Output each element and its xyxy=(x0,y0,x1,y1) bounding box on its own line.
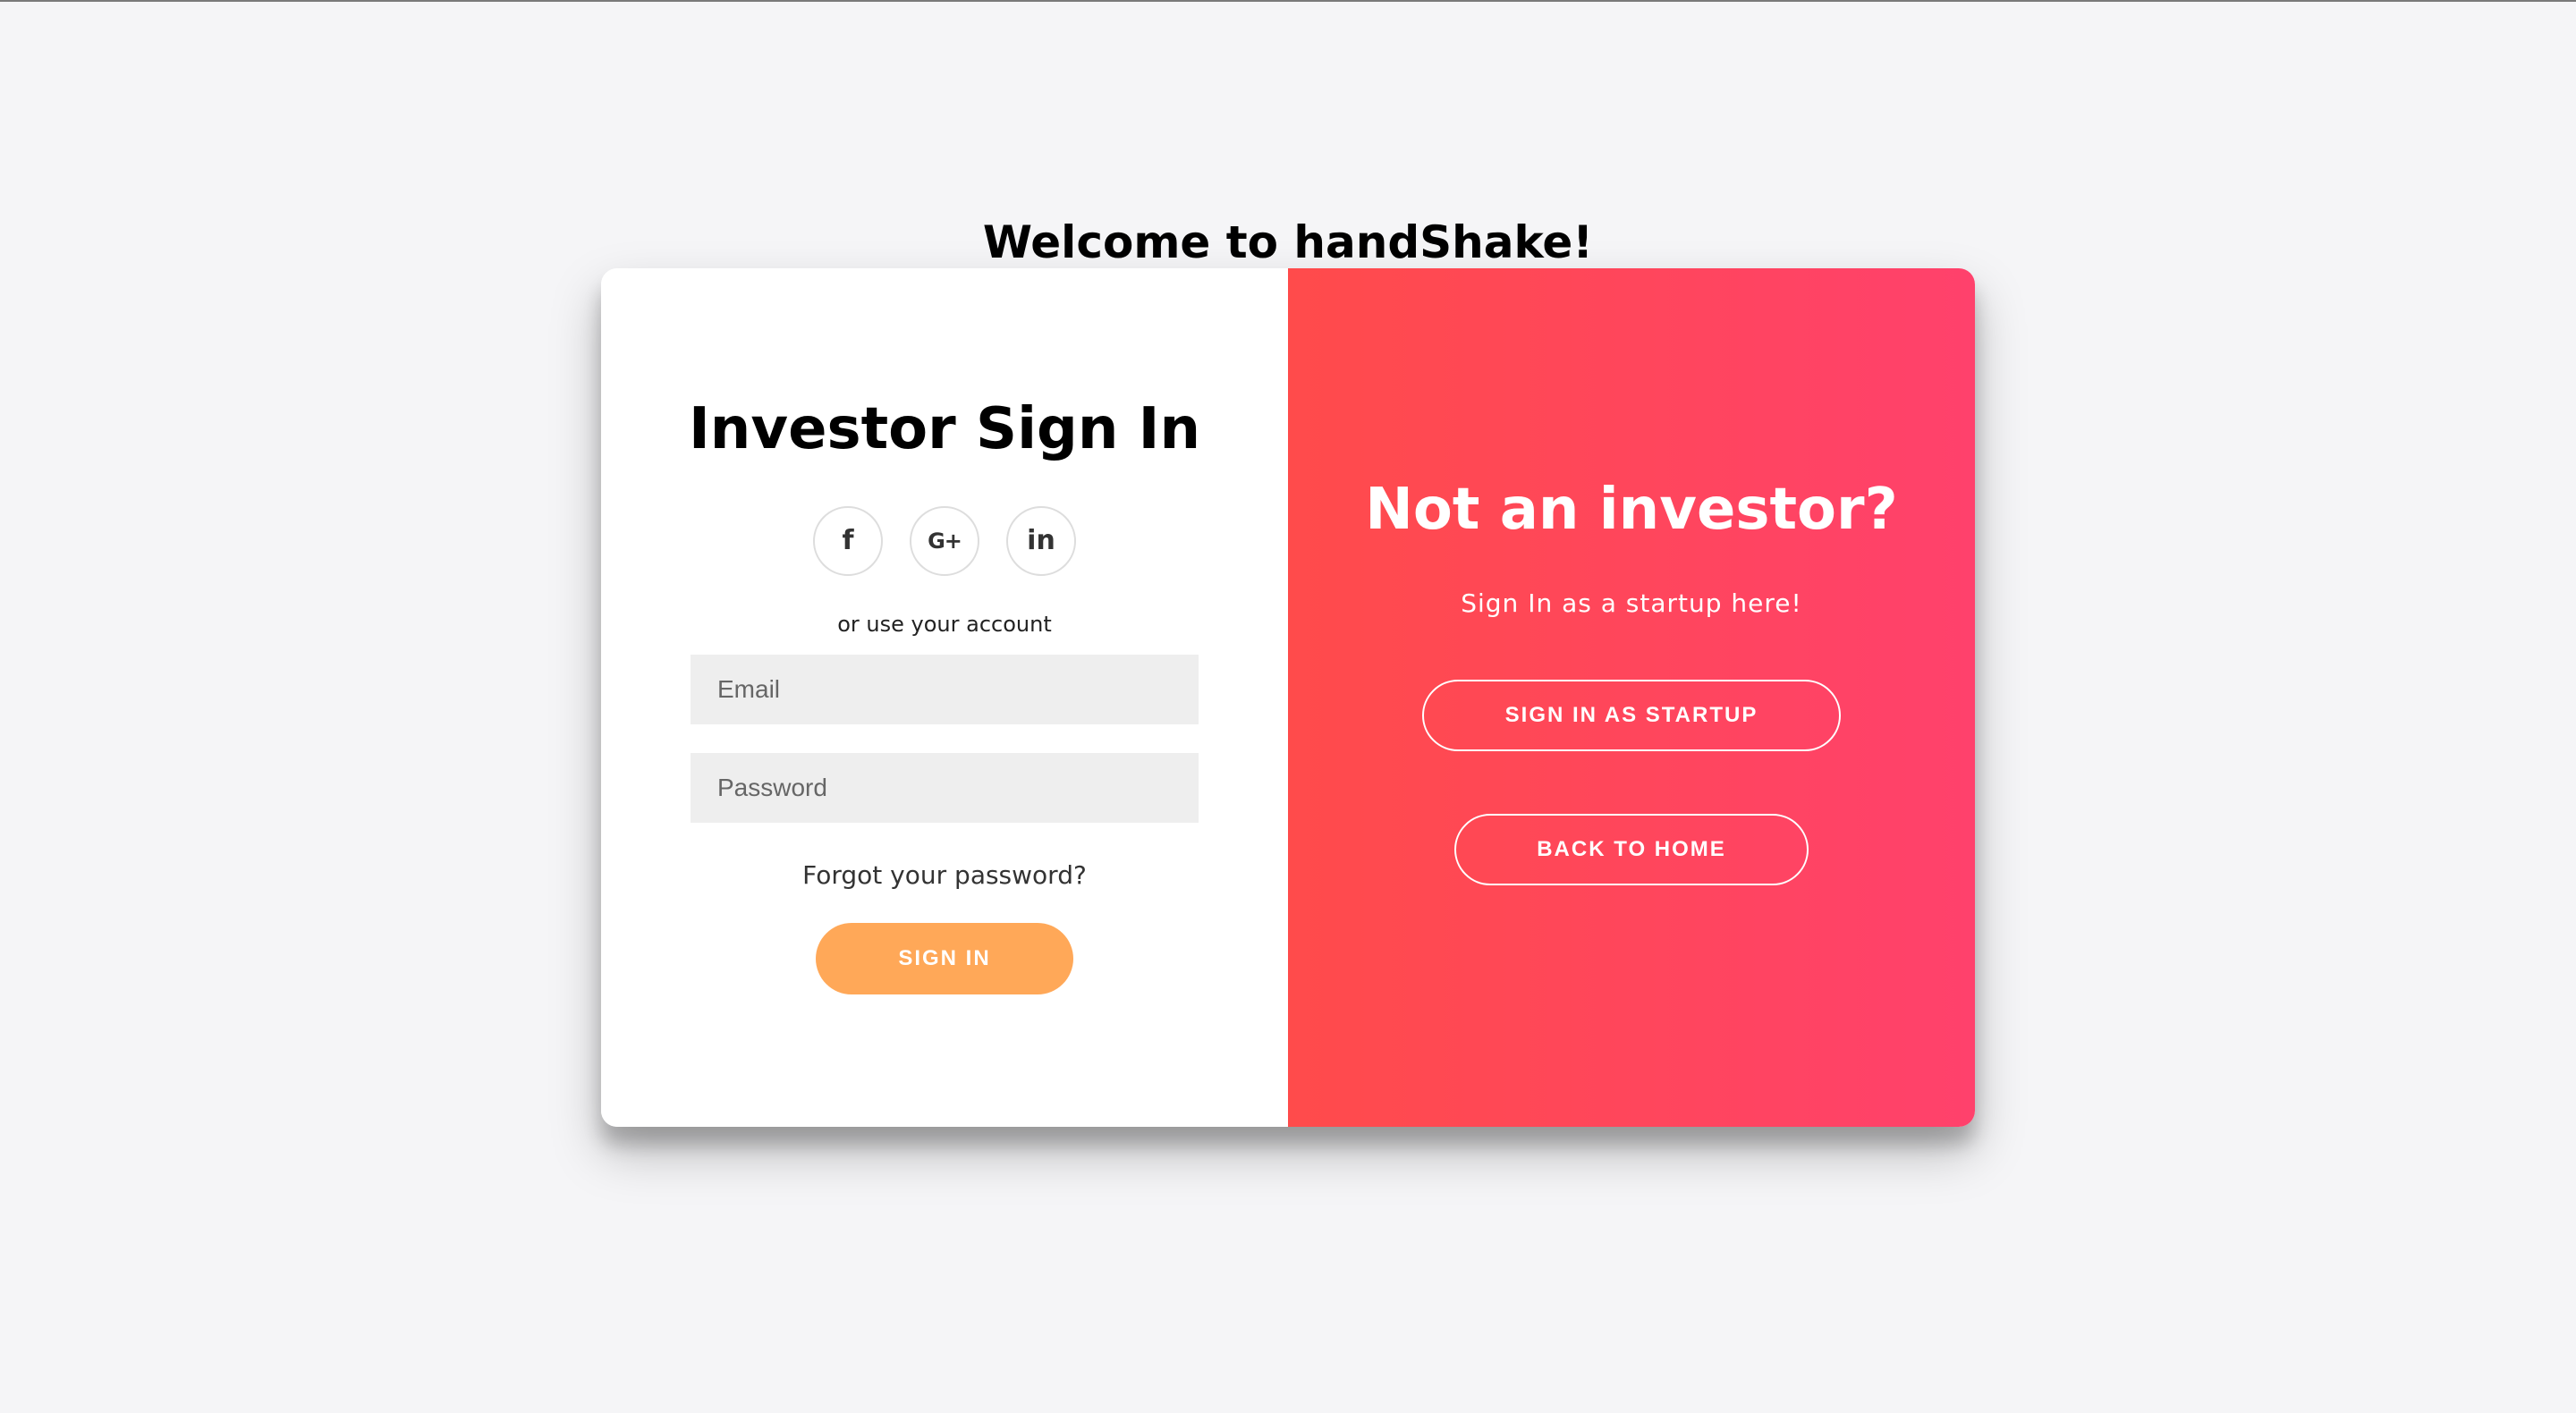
top-border-line xyxy=(0,0,2576,2)
google-plus-icon: G+ xyxy=(928,529,962,554)
facebook-login-button[interactable]: f xyxy=(813,506,883,576)
auth-card: Investor Sign In f G+ in or use your acc… xyxy=(601,268,1975,1127)
overlay-title: Not an investor? xyxy=(1365,477,1898,543)
signin-button[interactable]: SIGN IN xyxy=(816,923,1073,994)
welcome-heading: Welcome to handShake! xyxy=(982,216,1594,268)
linkedin-icon: in xyxy=(1027,525,1055,556)
email-field[interactable] xyxy=(691,655,1199,724)
signin-title: Investor Sign In xyxy=(688,396,1201,462)
forgot-password-link[interactable]: Forgot your password? xyxy=(601,860,1288,890)
facebook-icon: f xyxy=(842,525,854,556)
password-field[interactable] xyxy=(691,753,1199,823)
linkedin-login-button[interactable]: in xyxy=(1006,506,1076,576)
alt-login-text: or use your account xyxy=(837,612,1052,637)
overlay-subtitle: Sign In as a startup here! xyxy=(1461,588,1802,618)
social-login-group: f G+ in xyxy=(601,506,1288,576)
google-plus-login-button[interactable]: G+ xyxy=(910,506,979,576)
signin-panel: Investor Sign In f G+ in or use your acc… xyxy=(601,268,1288,1127)
back-to-home-button[interactable]: BACK TO HOME xyxy=(1454,814,1809,885)
signin-as-startup-button[interactable]: SIGN IN AS STARTUP xyxy=(1422,680,1841,751)
overlay-panel: Not an investor? Sign In as a startup he… xyxy=(1288,268,1975,1127)
